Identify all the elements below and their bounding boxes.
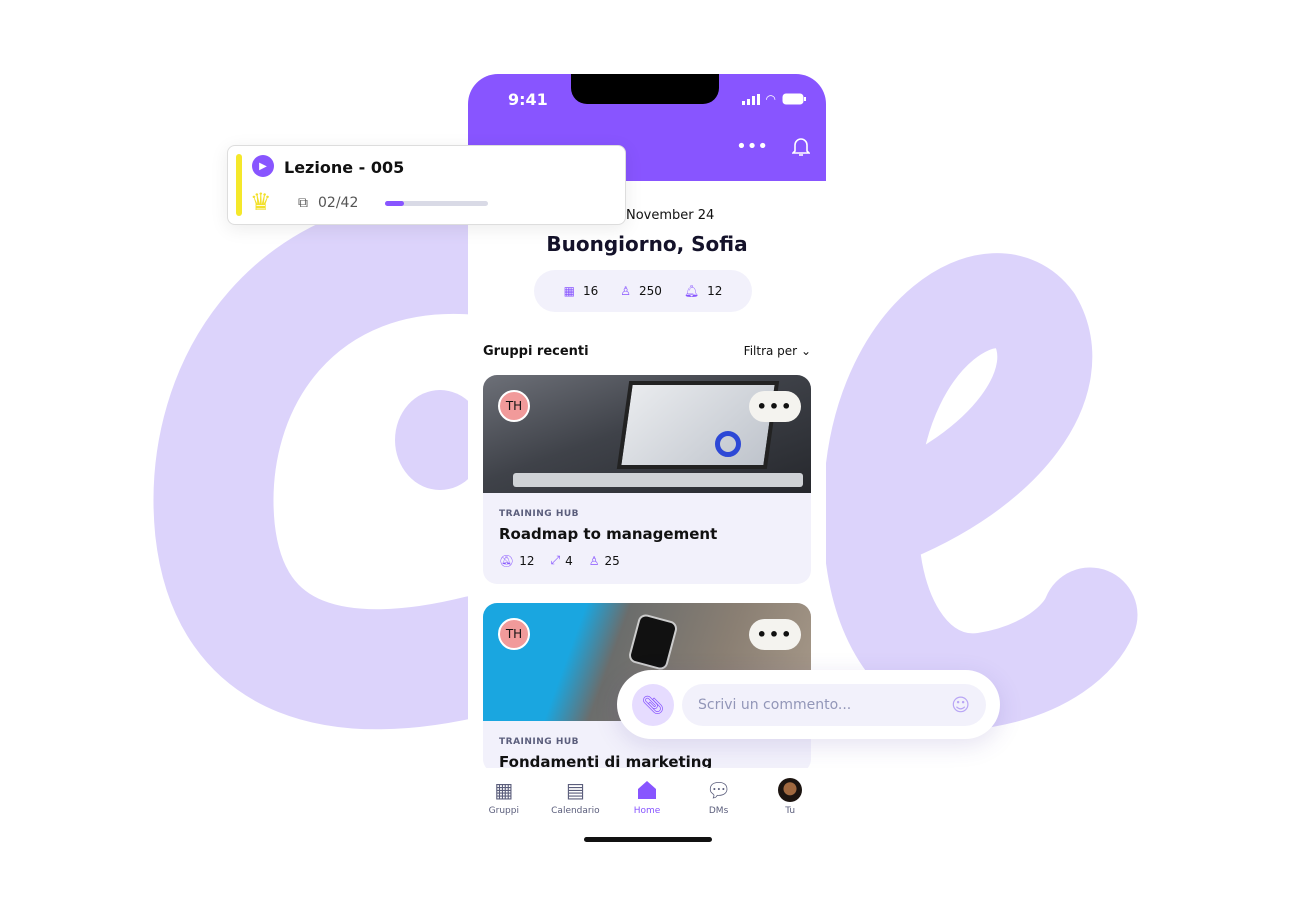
more-button[interactable]: •••	[749, 391, 801, 422]
workouts-count: 4	[565, 553, 573, 568]
play-icon[interactable]: ▶	[252, 155, 274, 177]
avatar: TH	[498, 390, 530, 422]
greeting: Buongiorno, Sofia	[546, 232, 748, 256]
card-image-laptop: TH •••	[483, 375, 811, 493]
members-count: 25	[604, 553, 620, 568]
status-time: 9:41	[508, 90, 548, 109]
paperclip-icon[interactable]: 📎︎	[632, 684, 674, 726]
more-button[interactable]: •••	[749, 619, 801, 650]
chevron-down-icon: ⌄	[800, 344, 811, 358]
members-count: 250	[638, 284, 662, 298]
tab-home[interactable]: Home	[617, 778, 677, 854]
home-indicator	[584, 837, 712, 842]
stats-pill: ▦ 16 ♙ 250 🔔︎ 12	[534, 270, 752, 312]
notch	[571, 74, 719, 104]
pages-count: 02/42	[318, 195, 359, 211]
chat-bubble-icon: 💬︎	[705, 778, 732, 802]
groups-count: 16	[582, 284, 599, 298]
bell-off-icon: 🔕︎	[499, 553, 515, 568]
tab-gruppi[interactable]: ▦ Gruppi	[474, 778, 534, 854]
lesson-title: Lezione - 005	[284, 158, 405, 177]
user-icon: ♙	[588, 553, 600, 568]
dumbbell-icon: ⤢	[550, 553, 561, 567]
accent-bar	[236, 154, 242, 216]
avatar: TH	[498, 618, 530, 650]
wifi-icon: ◠	[765, 92, 776, 106]
user-icon: ♙	[620, 284, 631, 298]
bell-icon[interactable]	[792, 137, 810, 157]
comment-input[interactable]: Scrivi un commento... ☺	[682, 684, 986, 726]
profile-avatar	[778, 778, 803, 802]
tab-tu[interactable]: Tu	[760, 778, 820, 854]
tab-dms[interactable]: 💬︎ DMs	[689, 778, 749, 854]
filter-dropdown[interactable]: Filtra per ⌄	[744, 344, 811, 359]
home-icon	[637, 778, 657, 802]
grid-icon: ▦	[563, 284, 575, 298]
status-icons: ◠	[741, 92, 806, 106]
bell-icon: 🔔︎	[683, 284, 700, 298]
signal-icon	[741, 93, 760, 105]
card-category: TRAINING HUB	[499, 509, 580, 519]
more-icon[interactable]: •••	[736, 136, 768, 157]
notifications-count: 12	[707, 284, 723, 298]
pages-icon: ⧉	[298, 195, 308, 211]
lesson-card[interactable]: ▶ Lezione - 005 ♛ ⧉ 02/42	[227, 145, 626, 225]
section-title: Gruppi recenti	[483, 344, 589, 359]
emoji-icon[interactable]: ☺	[951, 695, 970, 716]
calendar-icon: ▤	[565, 778, 585, 802]
crown-icon: ♛	[250, 188, 272, 216]
tab-calendario[interactable]: ▤ Calendario	[545, 778, 605, 854]
battery-icon	[782, 93, 806, 105]
lesson-progress	[385, 201, 488, 206]
grid-icon: ▦	[494, 778, 514, 802]
progress-fill	[385, 201, 404, 206]
group-card[interactable]: TH ••• TRAINING HUB Roadmap to managemen…	[483, 375, 811, 584]
date: November 24	[626, 208, 715, 223]
comment-bar: 📎︎ Scrivi un commento... ☺	[617, 670, 1000, 739]
card-title: Roadmap to management	[499, 525, 718, 543]
notifications-count: 12	[519, 553, 535, 568]
